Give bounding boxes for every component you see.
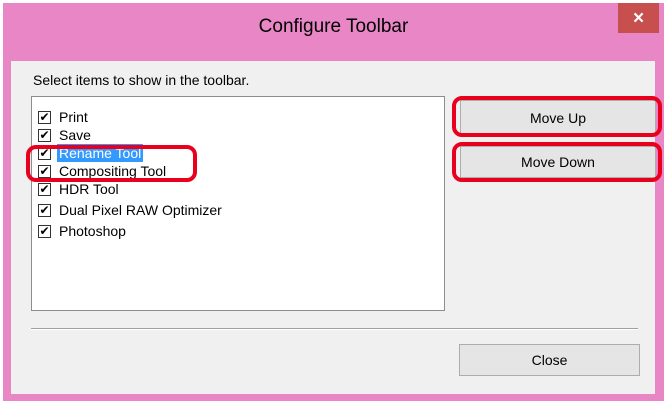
move-down-button[interactable]: Move Down xyxy=(460,146,656,178)
list-item-dual-pixel-raw-optimizer[interactable]: ✔ Dual Pixel RAW Optimizer xyxy=(38,201,224,219)
checkbox-print[interactable]: ✔ xyxy=(38,110,51,124)
list-item-print[interactable]: ✔ Print xyxy=(38,108,90,126)
window-title: Configure Toolbar xyxy=(258,16,409,37)
list-item-compositing-tool[interactable]: ✔ Compositing Tool xyxy=(38,162,168,180)
checkbox-compositing-tool[interactable]: ✔ xyxy=(38,164,51,178)
close-button[interactable]: Close xyxy=(459,344,640,376)
toolbar-items-list[interactable]: ✔ Print ✔ Save ✔ Rename Tool ✔ Compositi… xyxy=(31,96,445,311)
close-icon[interactable]: × xyxy=(618,3,659,33)
list-item-photoshop[interactable]: ✔ Photoshop xyxy=(38,222,128,240)
separator xyxy=(31,328,638,330)
dialog-window: Configure Toolbar × Select items to show… xyxy=(3,3,664,401)
checkbox-photoshop[interactable]: ✔ xyxy=(38,224,51,238)
list-item-save[interactable]: ✔ Save xyxy=(38,126,93,144)
item-label: HDR Tool xyxy=(59,181,119,197)
checkbox-rename-tool[interactable]: ✔ xyxy=(38,146,51,160)
item-label: Dual Pixel RAW Optimizer xyxy=(59,202,222,218)
item-label: Print xyxy=(59,109,88,125)
item-label: Photoshop xyxy=(59,223,126,239)
title-bar[interactable]: Configure Toolbar × xyxy=(3,3,664,61)
dialog-body: Select items to show in the toolbar. ✔ P… xyxy=(11,61,656,394)
list-item-hdr-tool[interactable]: ✔ HDR Tool xyxy=(38,180,121,198)
item-label: Compositing Tool xyxy=(59,163,167,179)
move-up-button[interactable]: Move Up xyxy=(460,100,656,135)
checkbox-save[interactable]: ✔ xyxy=(38,128,51,142)
checkbox-hdr-tool[interactable]: ✔ xyxy=(38,182,51,196)
item-label: Save xyxy=(59,127,91,143)
instruction-text: Select items to show in the toolbar. xyxy=(33,72,250,88)
list-item-rename-tool[interactable]: ✔ Rename Tool xyxy=(38,144,144,162)
item-label-selected: Rename Tool xyxy=(57,144,144,162)
checkbox-dual-pixel-raw-optimizer[interactable]: ✔ xyxy=(38,203,51,217)
